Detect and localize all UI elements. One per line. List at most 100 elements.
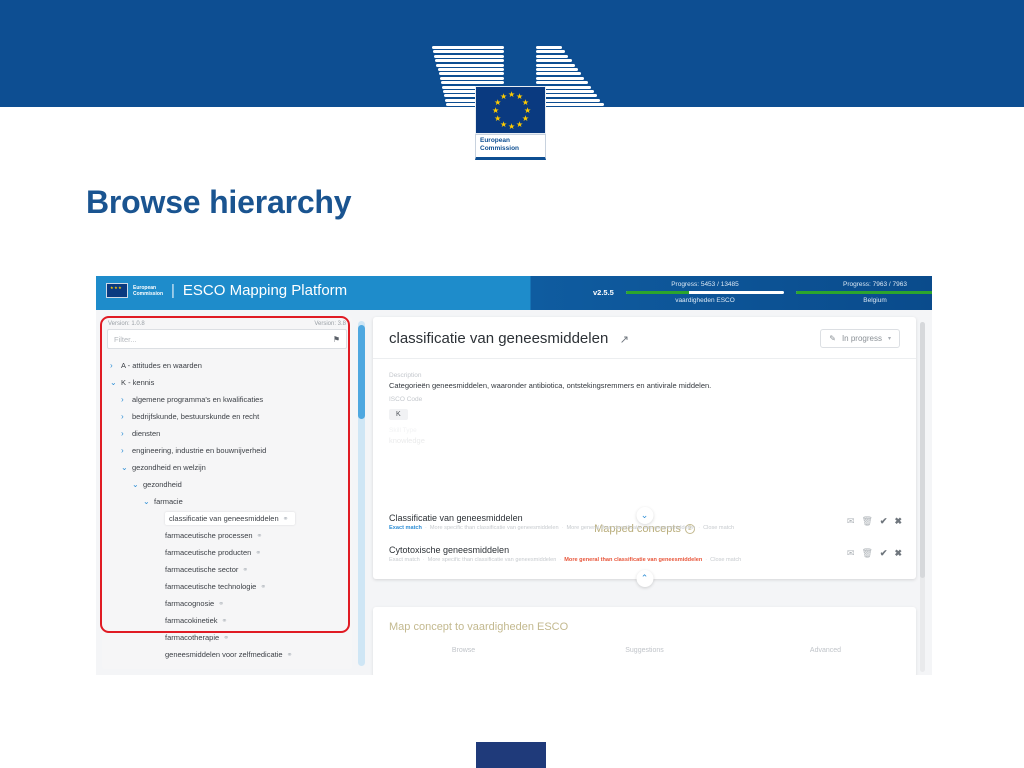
main-scrollbar-thumb[interactable]	[920, 322, 925, 578]
tree-item[interactable]: farmaceutische processen ⚭	[102, 527, 352, 544]
chevron-down-icon[interactable]: ⌄	[143, 497, 154, 506]
chevron-right-icon[interactable]: ›	[110, 361, 121, 370]
mapped-concepts-list: Classificatie van geneesmiddelen Exact ma…	[373, 510, 916, 574]
tree-item[interactable]: ⌄ gezondheid	[102, 476, 352, 493]
match-type-option[interactable]: More general than classificatie van gene…	[564, 557, 702, 563]
external-link-icon[interactable]: ↗	[620, 334, 629, 346]
option-separator: ·	[705, 557, 708, 563]
eu-logo-line2: Commission	[480, 145, 520, 152]
filter-icon[interactable]: ⚑	[333, 335, 340, 344]
chevron-down-icon[interactable]: ⌄	[132, 480, 143, 489]
link-chain-icon[interactable]: ⚭	[287, 652, 293, 659]
link-chain-icon[interactable]: ⚭	[255, 550, 261, 557]
tree-item[interactable]: geneesmiddelen voor zelfmedicatie ⚭	[102, 646, 352, 663]
match-type-options[interactable]: Exact match · More specific than classific…	[389, 557, 900, 563]
match-type-options[interactable]: Exact match · More specific than classific…	[389, 525, 900, 531]
link-chain-icon[interactable]: ⚭	[218, 601, 224, 608]
concept-body: Description Categorieën geneesmiddelen, …	[373, 359, 916, 445]
match-type-option[interactable]: Exact match	[389, 557, 420, 563]
concept-header: classificatie van geneesmiddelen ↗ ✎ In …	[373, 317, 916, 359]
tree-item[interactable]: › A - attitudes en waarden	[102, 357, 352, 374]
tree-item[interactable]: farmacotherapie ⚭	[102, 629, 352, 646]
tree-item-content: farmaceutische processen ⚭	[165, 531, 262, 540]
tree-item-label: farmaceutische sector	[165, 565, 239, 574]
link-chain-icon[interactable]: ⚭	[260, 584, 266, 591]
tree-item[interactable]: ⌄ farmacie	[102, 493, 352, 510]
close-icon[interactable]: ✖	[894, 516, 902, 527]
tree-item[interactable]: classificatie van geneesmiddelen ⚭	[102, 510, 352, 527]
tree-item[interactable]: farmacognosie ⚭	[102, 595, 352, 612]
mapped-concept-name: Classificatie van geneesmiddelen	[389, 513, 523, 523]
tree-item[interactable]: › engineering, industrie en bouwnijverhei…	[102, 442, 352, 459]
tab-browse[interactable]: Browse	[373, 647, 554, 654]
tree-item-content: gezondheid en welzijn	[132, 463, 206, 472]
version-left: Version: 1.0.8	[108, 321, 145, 327]
tree-item-label: classificatie van geneesmiddelen	[169, 514, 279, 523]
tree-item-content: farmacotherapie ⚭	[165, 633, 229, 642]
status-dropdown[interactable]: ✎ In progress ▾	[820, 329, 900, 348]
tree-item[interactable]: farmaceutische producten ⚭	[102, 544, 352, 561]
link-chain-icon[interactable]: ⚭	[223, 635, 229, 642]
tree-item-label: bedrijfskunde, bestuurskunde en recht	[132, 412, 260, 421]
description-value: Categorieën geneesmiddelen, waaronder an…	[389, 381, 712, 390]
tab-suggestions[interactable]: Suggestions	[554, 647, 735, 654]
tree-item-label: farmacognosie	[165, 599, 215, 608]
envelope-icon[interactable]: ✉	[847, 548, 855, 559]
link-chain-icon[interactable]: ⚭	[222, 618, 228, 625]
tab-advanced[interactable]: Advanced	[735, 647, 916, 654]
mapped-concept-row: Classificatie van geneesmiddelen Exact ma…	[373, 510, 916, 542]
tree-item[interactable]: ⌄ K - kennis	[102, 374, 352, 391]
match-type-option[interactable]: More specific than classificatie van gen…	[430, 525, 559, 531]
tree-item[interactable]: farmacokinetiek ⚭	[102, 612, 352, 629]
match-type-option[interactable]: More general than classificatie van gene…	[566, 525, 695, 531]
concept-tree[interactable]: › A - attitudes en waarden ⌄ K - kennis › alg…	[102, 357, 352, 663]
link-chain-icon[interactable]: ⚭	[257, 533, 263, 540]
tree-item-content: diensten	[132, 429, 160, 438]
tree-item[interactable]: ⌄ gezondheid en welzijn	[102, 459, 352, 476]
progress-label: Progress: 7963 / 7963	[843, 281, 907, 288]
match-type-option[interactable]: Close match	[703, 525, 734, 531]
match-type-option[interactable]: More specific than classificatie van gen…	[428, 557, 557, 563]
page-title: Browse hierarchy	[86, 184, 352, 220]
chevron-right-icon[interactable]: ›	[121, 446, 132, 455]
tree-item-content: farmacokinetiek ⚭	[165, 616, 227, 625]
link-chain-icon[interactable]: ⚭	[283, 515, 289, 523]
tree-item[interactable]: › diensten	[102, 425, 352, 442]
chevron-right-icon[interactable]: ›	[121, 395, 132, 404]
mapped-concept-row: Cytotoxische geneesmiddelen Exact match · M…	[373, 542, 916, 574]
option-separator: ·	[561, 525, 564, 531]
envelope-icon[interactable]: ✉	[847, 516, 855, 527]
tree-item[interactable]: farmaceutische sector ⚭	[102, 561, 352, 578]
sidebar-scrollbar[interactable]	[358, 321, 365, 666]
sidebar-scrollbar-thumb[interactable]	[358, 325, 365, 419]
tree-item-content: bedrijfskunde, bestuurskunde en recht	[132, 412, 259, 421]
tree-item-label: algemene programma's en kwalificaties	[132, 395, 264, 404]
tree-item[interactable]: › bedrijfskunde, bestuurskunde en recht	[102, 408, 352, 425]
check-icon[interactable]: ✔	[880, 516, 888, 527]
main-scrollbar[interactable]	[920, 322, 925, 672]
close-icon[interactable]: ✖	[894, 548, 902, 559]
chevron-right-icon[interactable]: ›	[121, 412, 132, 421]
check-icon[interactable]: ✔	[880, 548, 888, 559]
mapped-concept-name: Cytotoxische geneesmiddelen	[389, 545, 510, 555]
progress-fill	[796, 291, 932, 294]
trash-icon[interactable]: 🗑	[861, 548, 872, 559]
chevron-down-icon[interactable]: ⌄	[121, 463, 132, 472]
filter-input[interactable]: Filter... ⚑	[107, 329, 347, 349]
match-type-option[interactable]: Close match	[710, 557, 741, 563]
hierarchy-sidebar[interactable]: Version: 1.0.8 Version: 3.8 Filter... ⚑ …	[102, 317, 352, 669]
tree-item-label: farmacotherapie	[165, 633, 220, 642]
app-title: ESCO Mapping Platform	[182, 282, 348, 299]
chevron-right-icon[interactable]: ›	[121, 429, 132, 438]
map-panel-tabs[interactable]: Browse Suggestions Advanced	[373, 647, 916, 654]
link-chain-icon[interactable]: ⚭	[242, 567, 248, 574]
concept-title-wrap: classificatie van geneesmiddelen ↗	[389, 330, 629, 348]
tree-item[interactable]: farmaceutische technologie ⚭	[102, 578, 352, 595]
chevron-down-icon[interactable]: ⌄	[110, 378, 121, 387]
match-type-option[interactable]: Exact match	[389, 525, 422, 531]
tree-item[interactable]: › algemene programma's en kwalificaties	[102, 391, 352, 408]
trash-icon[interactable]: 🗑	[861, 516, 872, 527]
app-header: European Commission | ESCO Mapping Platf…	[96, 276, 932, 310]
option-separator: ·	[422, 557, 425, 563]
